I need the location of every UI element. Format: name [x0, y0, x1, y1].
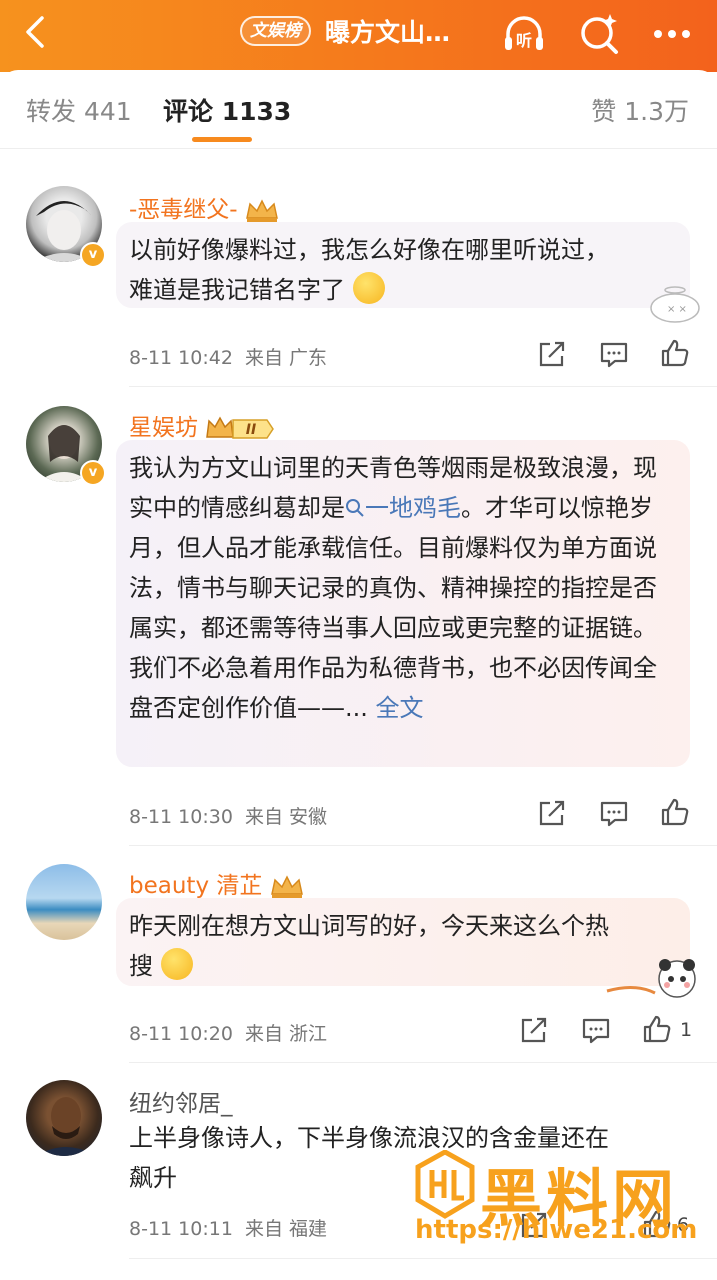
divider	[129, 1062, 717, 1063]
tab-like[interactable]: 赞 1.3万	[591, 92, 689, 128]
verified-icon: v	[80, 242, 106, 268]
like-icon[interactable]	[659, 796, 691, 828]
laughing-tears-emoji-icon	[160, 948, 193, 980]
page-title: 曝方文山…	[325, 18, 451, 47]
verified-icon: v	[80, 460, 106, 486]
thinking-emoji-icon	[352, 272, 385, 304]
divider	[129, 386, 717, 387]
tab-active-indicator	[192, 137, 252, 142]
comment-bubble: 昨天刚在想方文山词写的好，今天来这么个热 搜	[116, 898, 690, 986]
reply-icon[interactable]	[580, 1014, 612, 1046]
watermark-url: https://hlwe21.com	[415, 1215, 698, 1245]
avatar[interactable]	[26, 1080, 102, 1156]
back-arrow-icon[interactable]	[18, 12, 58, 52]
hot-list-badge[interactable]: 文娱榜	[240, 16, 311, 46]
comment-bubble: 我认为方文山词里的天青色等烟雨是极致浪漫，现实中的情感纠葛却是 一地鸡毛。才华可以…	[116, 440, 690, 767]
comment-text: 以前好像爆料过，我怎么好像在哪里听说过， 难道是我记错名字了	[129, 236, 609, 304]
crown-badge-icon	[245, 198, 278, 222]
expand-full-text-link[interactable]: 全文	[376, 694, 424, 722]
panda-sticker-icon	[606, 959, 696, 998]
ghost-sticker-icon: × ×	[650, 286, 700, 323]
level-crown-badge-icon: II	[206, 415, 275, 439]
divider	[129, 845, 717, 846]
avatar[interactable]	[26, 864, 102, 940]
more-icon[interactable]	[648, 10, 696, 58]
like-count: 1	[680, 1019, 693, 1041]
search-icon	[346, 499, 364, 517]
comment-meta: 8-11 10:20 来自 浙江	[129, 1023, 328, 1045]
share-icon[interactable]	[536, 797, 568, 829]
reply-icon[interactable]	[598, 797, 630, 829]
like-icon[interactable]	[641, 1013, 673, 1045]
reply-icon[interactable]	[598, 338, 630, 370]
top-bar: 文娱榜 曝方文山… 听	[0, 0, 717, 72]
listen-label: 听	[516, 31, 532, 50]
topic-search-link[interactable]: 一地鸡毛	[345, 494, 461, 522]
comment-meta: 8-11 10:11 来自 福建	[129, 1218, 328, 1240]
search-sparkle-icon[interactable]	[576, 10, 624, 58]
comment-meta: 8-11 10:30 来自 安徽	[129, 806, 328, 828]
listen-icon[interactable]: 听	[500, 10, 548, 58]
like-icon[interactable]	[659, 337, 691, 369]
watermark-logo-icon	[415, 1150, 475, 1219]
commenter-name[interactable]: -恶毒继父-	[129, 190, 279, 224]
commenter-name[interactable]: beauty 清芷	[129, 866, 304, 900]
share-icon[interactable]	[536, 338, 568, 370]
commenter-name[interactable]: 星娱坊 II	[129, 408, 275, 443]
title-group: 文娱榜 曝方文山…	[240, 14, 450, 48]
share-icon[interactable]	[518, 1014, 550, 1046]
comment-bubble: 以前好像爆料过，我怎么好像在哪里听说过， 难道是我记错名字了	[116, 222, 690, 308]
svg-text:II: II	[246, 422, 256, 438]
comment-text: 我认为方文山词里的天青色等烟雨是极致浪漫，现实中的情感纠葛却是 一地鸡毛。才华可以…	[129, 454, 657, 722]
divider	[129, 1258, 717, 1259]
crown-badge-icon	[270, 874, 303, 898]
tab-comment[interactable]: 评论 1133	[163, 92, 291, 128]
comment-meta: 8-11 10:42 来自 广东	[129, 347, 328, 369]
tab-bar: 转发 441 评论 1133 赞 1.3万	[0, 70, 717, 149]
commenter-name[interactable]: 纽约邻居_	[129, 1084, 233, 1118]
svg-text:× ×: × ×	[667, 304, 687, 315]
tab-repost[interactable]: 转发 441	[26, 92, 132, 128]
comment-text: 昨天刚在想方文山词写的好，今天来这么个热 搜	[129, 912, 609, 980]
